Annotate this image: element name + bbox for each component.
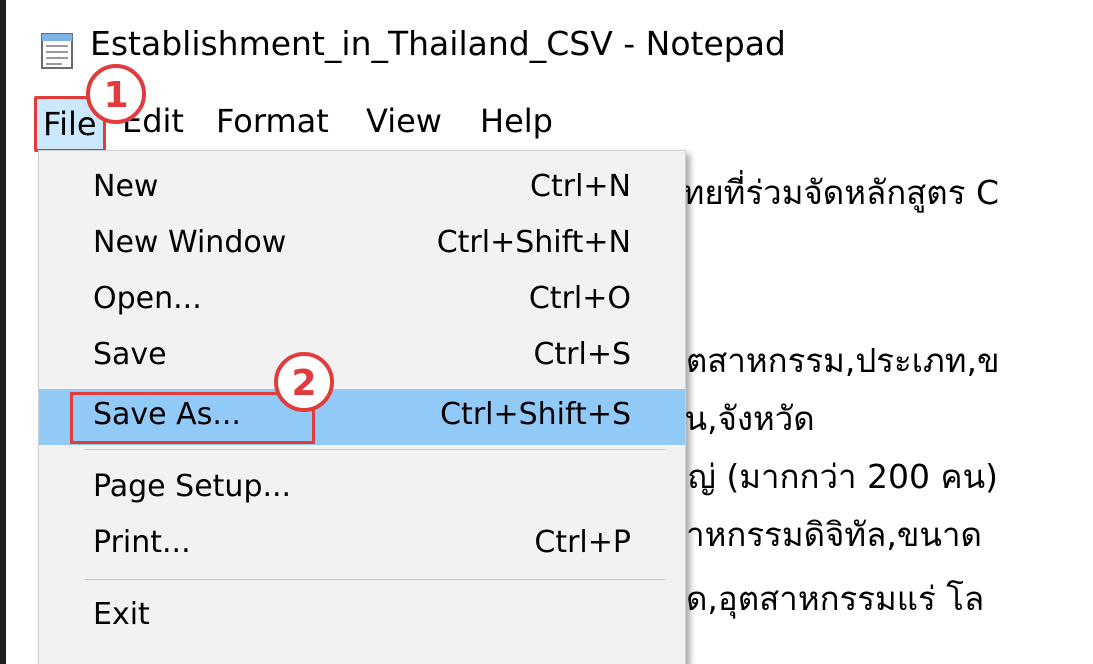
menu-help[interactable]: Help	[476, 102, 557, 140]
menu-item-shortcut: Ctrl+S	[533, 337, 631, 372]
step-2-callout: 2	[274, 352, 334, 412]
editor-line: สาหกรรมดิจิทัล,ขนาด	[666, 515, 982, 554]
notepad-icon	[41, 33, 73, 69]
editor-line: ไทยที่ร่วมจัดหลักสูตร C	[666, 173, 999, 212]
menu-bar: File Edit Format View Help	[6, 96, 1093, 152]
file-menu-item-print[interactable]: Print... Ctrl+P	[39, 517, 685, 573]
menu-item-shortcut: Ctrl+Shift+S	[440, 397, 631, 432]
menu-item-label: New	[93, 169, 159, 204]
menu-item-shortcut: Ctrl+P	[534, 525, 631, 560]
menu-item-shortcut: Ctrl+O	[528, 281, 631, 316]
step-1-callout: 1	[86, 64, 146, 124]
menu-format[interactable]: Format	[212, 102, 333, 140]
notepad-window: Establishment_in_Thailand_CSV - Notepad …	[0, 0, 1093, 664]
menu-item-shortcut: Ctrl+Shift+N	[436, 225, 631, 260]
file-menu-item-page-setup[interactable]: Page Setup...	[39, 461, 685, 517]
editor-line: าน,จังหวัด	[666, 399, 815, 438]
save-as-highlight-box	[70, 392, 315, 444]
file-menu-item-new[interactable]: New Ctrl+N	[39, 161, 685, 217]
menu-item-label: Print...	[93, 525, 191, 560]
menu-item-label: Page Setup...	[93, 469, 292, 504]
menu-item-shortcut: Ctrl+N	[530, 169, 631, 204]
menu-item-label: Save	[93, 337, 167, 372]
editor-line: อุตสาหกรรม,ประเภท,ข	[666, 341, 1000, 380]
menu-item-label: New Window	[93, 225, 287, 260]
menu-separator	[85, 579, 665, 580]
menu-item-label: Open...	[93, 281, 202, 316]
menu-item-label: Exit	[93, 597, 150, 632]
menu-separator	[85, 449, 665, 450]
editor-line: กัด,อุตสาหกรรมแร่ โล	[666, 579, 985, 618]
title-bar: Establishment_in_Thailand_CSV - Notepad	[6, 10, 1093, 88]
editor-line: หญ่ (มากกว่า 200 คน)	[666, 457, 999, 496]
window-title: Establishment_in_Thailand_CSV - Notepad	[90, 24, 786, 63]
menu-view[interactable]: View	[362, 102, 446, 140]
file-menu-item-open[interactable]: Open... Ctrl+O	[39, 273, 685, 329]
file-menu-item-save[interactable]: Save Ctrl+S	[39, 329, 685, 385]
file-menu-item-new-window[interactable]: New Window Ctrl+Shift+N	[39, 217, 685, 273]
file-menu-item-exit[interactable]: Exit	[39, 589, 685, 645]
